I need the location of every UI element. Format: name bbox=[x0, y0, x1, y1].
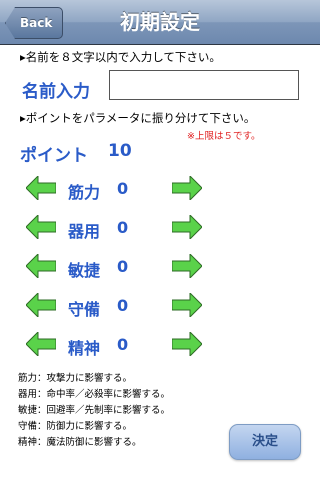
decrease-strength-arrow-icon[interactable] bbox=[26, 176, 56, 200]
increase-defense-arrow-icon[interactable] bbox=[172, 293, 202, 317]
stat-label: 器用 bbox=[68, 222, 101, 241]
stat-row-dexterity: 器用 0 bbox=[0, 211, 320, 247]
stat-label: 筋力 bbox=[68, 183, 101, 202]
page-title: 初期設定 bbox=[120, 10, 200, 34]
stat-value: 0 bbox=[117, 335, 129, 354]
name-label: 名前入力 bbox=[22, 82, 90, 102]
decrease-spirit-arrow-icon[interactable] bbox=[26, 332, 56, 356]
stat-value: 0 bbox=[117, 179, 129, 198]
decrease-dexterity-arrow-icon[interactable] bbox=[26, 215, 56, 239]
stat-row-agility: 敏捷 0 bbox=[0, 250, 320, 286]
stat-row-spirit: 精神 0 bbox=[0, 328, 320, 364]
stat-label: 敏捷 bbox=[68, 261, 101, 280]
description-strength: 筋力：攻撃力に影響する。 bbox=[18, 373, 133, 384]
name-input[interactable] bbox=[109, 70, 299, 100]
decrease-agility-arrow-icon[interactable] bbox=[26, 254, 56, 278]
stat-row-strength: 筋力 0 bbox=[0, 172, 320, 208]
decrease-defense-arrow-icon[interactable] bbox=[26, 293, 56, 317]
navigation-bar: Back 初期設定 bbox=[0, 0, 320, 45]
points-instruction: ▸ポイントをパラメータに振り分けて下さい。 bbox=[20, 111, 256, 125]
stat-label: 守備 bbox=[68, 300, 101, 319]
points-label: ポイント bbox=[20, 146, 88, 166]
stat-value: 0 bbox=[117, 218, 129, 237]
limit-note: ※上限は５です。 bbox=[187, 131, 261, 142]
increase-spirit-arrow-icon[interactable] bbox=[172, 332, 202, 356]
points-value: 10 bbox=[108, 141, 132, 161]
increase-strength-arrow-icon[interactable] bbox=[172, 176, 202, 200]
increase-agility-arrow-icon[interactable] bbox=[172, 254, 202, 278]
increase-dexterity-arrow-icon[interactable] bbox=[172, 215, 202, 239]
stat-row-defense: 守備 0 bbox=[0, 289, 320, 325]
stat-value: 0 bbox=[117, 257, 129, 276]
stat-label: 精神 bbox=[68, 339, 101, 358]
description-dexterity: 器用：命中率／必殺率に影響する。 bbox=[18, 389, 171, 400]
name-instruction: ▸名前を８文字以内で入力して下さい。 bbox=[20, 50, 221, 64]
description-spirit: 精神：魔法防御に影響する。 bbox=[18, 437, 142, 448]
description-defense: 守備：防御力に影響する。 bbox=[18, 421, 133, 432]
stat-value: 0 bbox=[117, 296, 129, 315]
description-agility: 敏捷：回避率／先制率に影響する。 bbox=[18, 405, 171, 416]
decide-button[interactable]: 決定 bbox=[229, 424, 301, 460]
